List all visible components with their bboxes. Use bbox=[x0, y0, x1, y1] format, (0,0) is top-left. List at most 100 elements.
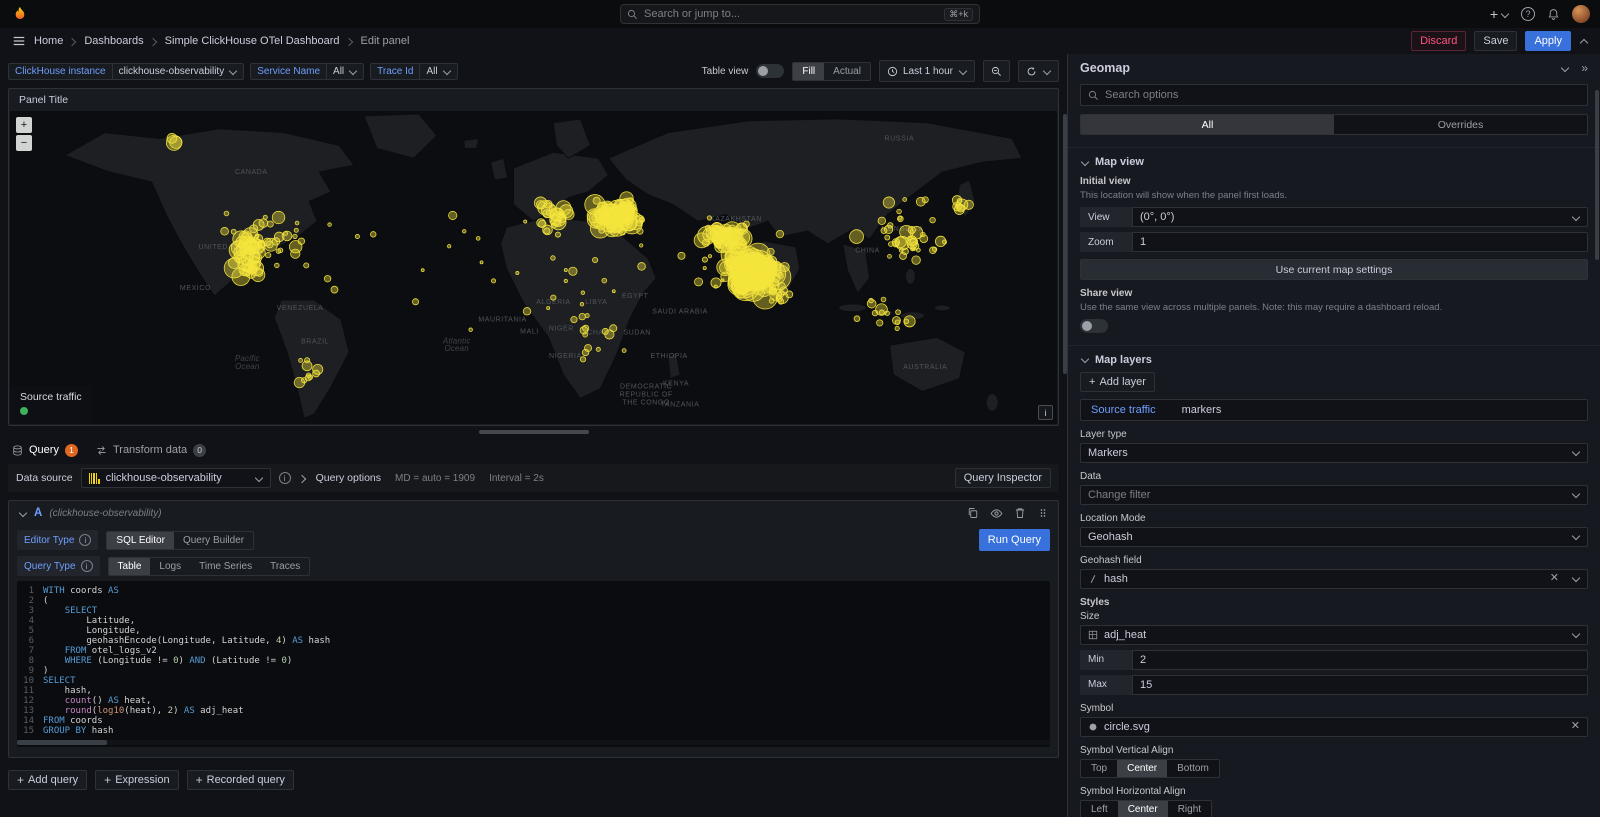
collapse-header-icon[interactable] bbox=[1579, 37, 1588, 46]
copy-icon[interactable] bbox=[967, 507, 979, 519]
table-view-toggle[interactable] bbox=[756, 64, 784, 78]
toggle-knob bbox=[758, 66, 768, 76]
valign-center[interactable]: Center bbox=[1117, 760, 1167, 777]
add-query-button[interactable]: + Add query bbox=[8, 770, 87, 790]
breadcrumb-home[interactable]: Home bbox=[34, 35, 63, 47]
query-type-row: Query Type i Table Logs Time Series Trac… bbox=[17, 556, 1050, 576]
code-horizontal-scrollbar[interactable] bbox=[17, 740, 1050, 745]
map-info-button[interactable]: i bbox=[1038, 405, 1053, 420]
collapse-pane-icon[interactable]: » bbox=[1581, 62, 1588, 74]
discard-button[interactable]: Discard bbox=[1411, 31, 1466, 51]
map-svg: RUSSIACANADAUNITED STATESMEXICOVENEZUELA… bbox=[10, 111, 1057, 424]
expression-button[interactable]: + Expression bbox=[95, 770, 178, 790]
fill-option[interactable]: Fill bbox=[793, 63, 824, 80]
section-map-view-header[interactable]: Map view bbox=[1080, 156, 1588, 168]
tab-all[interactable]: All bbox=[1081, 115, 1334, 134]
query-type-logs[interactable]: Logs bbox=[150, 558, 190, 575]
valign-top[interactable]: Top bbox=[1081, 760, 1117, 777]
recorded-query-button[interactable]: + Recorded query bbox=[187, 770, 294, 790]
min-input[interactable]: 2 bbox=[1132, 650, 1588, 670]
zoom-input[interactable]: 1 bbox=[1132, 232, 1588, 252]
location-mode-select[interactable]: Geohash bbox=[1080, 527, 1588, 547]
layer-type-select[interactable]: Markers bbox=[1080, 443, 1588, 463]
breadcrumb-dashboards[interactable]: Dashboards bbox=[84, 35, 143, 47]
news-bell-icon[interactable] bbox=[1547, 8, 1560, 21]
tab-transform-data[interactable]: Transform data 0 bbox=[96, 444, 206, 457]
breadcrumb-dashboard-name[interactable]: Simple ClickHouse OTel Dashboard bbox=[165, 35, 340, 47]
section-map-layers-header[interactable]: Map layers bbox=[1080, 354, 1588, 366]
svg-text:MALI: MALI bbox=[520, 328, 539, 335]
view-controls: Table view Fill Actual Last 1 hour bbox=[702, 60, 1059, 82]
refresh-button[interactable] bbox=[1018, 60, 1059, 82]
map-zoom-in-button[interactable]: + bbox=[16, 117, 32, 133]
share-view-toggle[interactable] bbox=[1080, 319, 1108, 333]
query-footer: + Add query + Expression + Recorded quer… bbox=[8, 770, 1059, 790]
sql-editor-option[interactable]: SQL Editor bbox=[107, 532, 174, 549]
actual-option[interactable]: Actual bbox=[824, 63, 870, 80]
query-card-header[interactable]: A (clickhouse-observability) bbox=[9, 501, 1058, 525]
section-map-view: Map view Initial view This location will… bbox=[1068, 147, 1600, 333]
query-ref-id: A bbox=[34, 507, 42, 519]
variable-value-dropdown[interactable]: All bbox=[326, 63, 364, 80]
trash-icon[interactable] bbox=[1014, 507, 1026, 519]
query-inspector-button[interactable]: Query Inspector bbox=[955, 468, 1051, 488]
zoom-out-time-button[interactable] bbox=[983, 60, 1010, 82]
add-layer-button[interactable]: + Add layer bbox=[1080, 372, 1155, 392]
datasource-select[interactable]: clickhouse-observability bbox=[81, 468, 271, 488]
clear-icon[interactable]: ✕ bbox=[1571, 721, 1580, 732]
search-input[interactable]: Search or jump to... ⌘+k bbox=[620, 4, 980, 24]
view-select[interactable]: (0°, 0°) bbox=[1132, 207, 1588, 227]
apply-button[interactable]: Apply bbox=[1525, 31, 1571, 51]
max-input[interactable]: 15 bbox=[1132, 675, 1588, 695]
help-icon[interactable]: ? bbox=[1521, 7, 1535, 21]
layer-item[interactable]: Source traffic markers bbox=[1080, 399, 1588, 421]
panel-header[interactable]: Panel Title bbox=[9, 89, 1058, 111]
valign-bottom[interactable]: Bottom bbox=[1167, 760, 1219, 777]
variable-value-dropdown[interactable]: clickhouse-observability bbox=[112, 63, 245, 80]
geohash-field-select[interactable]: hash ✕ bbox=[1080, 569, 1588, 589]
avatar[interactable] bbox=[1572, 5, 1590, 23]
menu-icon[interactable] bbox=[12, 34, 26, 48]
chevron-down-icon bbox=[348, 67, 357, 76]
sql-editor[interactable]: 1WITH coords AS2(3 SELECT4 Latitude,5 Lo… bbox=[17, 581, 1050, 747]
size-field-select[interactable]: adj_heat bbox=[1080, 625, 1588, 645]
breadcrumb-bar: Home Dashboards Simple ClickHouse OTel D… bbox=[0, 28, 1600, 54]
query-type-time-series[interactable]: Time Series bbox=[190, 558, 261, 575]
info-icon[interactable]: i bbox=[79, 534, 91, 546]
chevron-down-icon[interactable] bbox=[1560, 64, 1569, 73]
breadcrumb-separator-icon bbox=[69, 37, 78, 46]
search-icon bbox=[1088, 90, 1099, 101]
data-select[interactable]: Change filter bbox=[1080, 485, 1588, 505]
collapse-query-icon[interactable] bbox=[18, 509, 27, 518]
info-icon[interactable]: i bbox=[81, 560, 93, 572]
eye-icon[interactable] bbox=[990, 507, 1003, 520]
geomap-canvas[interactable]: RUSSIACANADAUNITED STATESMEXICOVENEZUELA… bbox=[10, 111, 1057, 424]
sidebar-scrollbar[interactable] bbox=[1595, 90, 1599, 260]
datasource-help-icon[interactable]: i bbox=[279, 472, 291, 484]
variable-value-dropdown[interactable]: All bbox=[419, 63, 457, 80]
save-button[interactable]: Save bbox=[1474, 31, 1517, 51]
query-type-traces[interactable]: Traces bbox=[261, 558, 309, 575]
run-query-button[interactable]: Run Query bbox=[979, 529, 1050, 551]
resize-handle[interactable] bbox=[479, 430, 589, 434]
symbol-select[interactable]: circle.svg ✕ bbox=[1080, 717, 1588, 737]
query-type-table[interactable]: Table bbox=[109, 558, 151, 575]
time-range-picker[interactable]: Last 1 hour bbox=[879, 60, 975, 82]
options-search-input[interactable]: Search options bbox=[1080, 84, 1588, 106]
halign-center[interactable]: Center bbox=[1118, 801, 1168, 817]
map-zoom-out-button[interactable]: − bbox=[16, 135, 32, 151]
query-builder-option[interactable]: Query Builder bbox=[174, 532, 253, 549]
tab-query[interactable]: Query 1 bbox=[12, 444, 78, 457]
query-type-label: Query Type i bbox=[17, 556, 100, 576]
use-current-map-settings-button[interactable]: Use current map settings bbox=[1080, 259, 1588, 280]
tab-overrides[interactable]: Overrides bbox=[1334, 115, 1587, 134]
query-options-toggle[interactable]: Query options bbox=[316, 472, 381, 484]
grafana-logo[interactable] bbox=[10, 4, 30, 24]
layer-name[interactable]: Source traffic bbox=[1091, 404, 1156, 416]
halign-right[interactable]: Right bbox=[1168, 801, 1211, 817]
halign-left[interactable]: Left bbox=[1081, 801, 1118, 817]
drag-handle-icon[interactable] bbox=[1037, 507, 1049, 519]
add-new-button[interactable]: + bbox=[1490, 7, 1509, 21]
sql-code-lines: 1WITH coords AS2(3 SELECT4 Latitude,5 Lo… bbox=[17, 586, 1050, 736]
clear-icon[interactable]: ✕ bbox=[1550, 573, 1559, 584]
